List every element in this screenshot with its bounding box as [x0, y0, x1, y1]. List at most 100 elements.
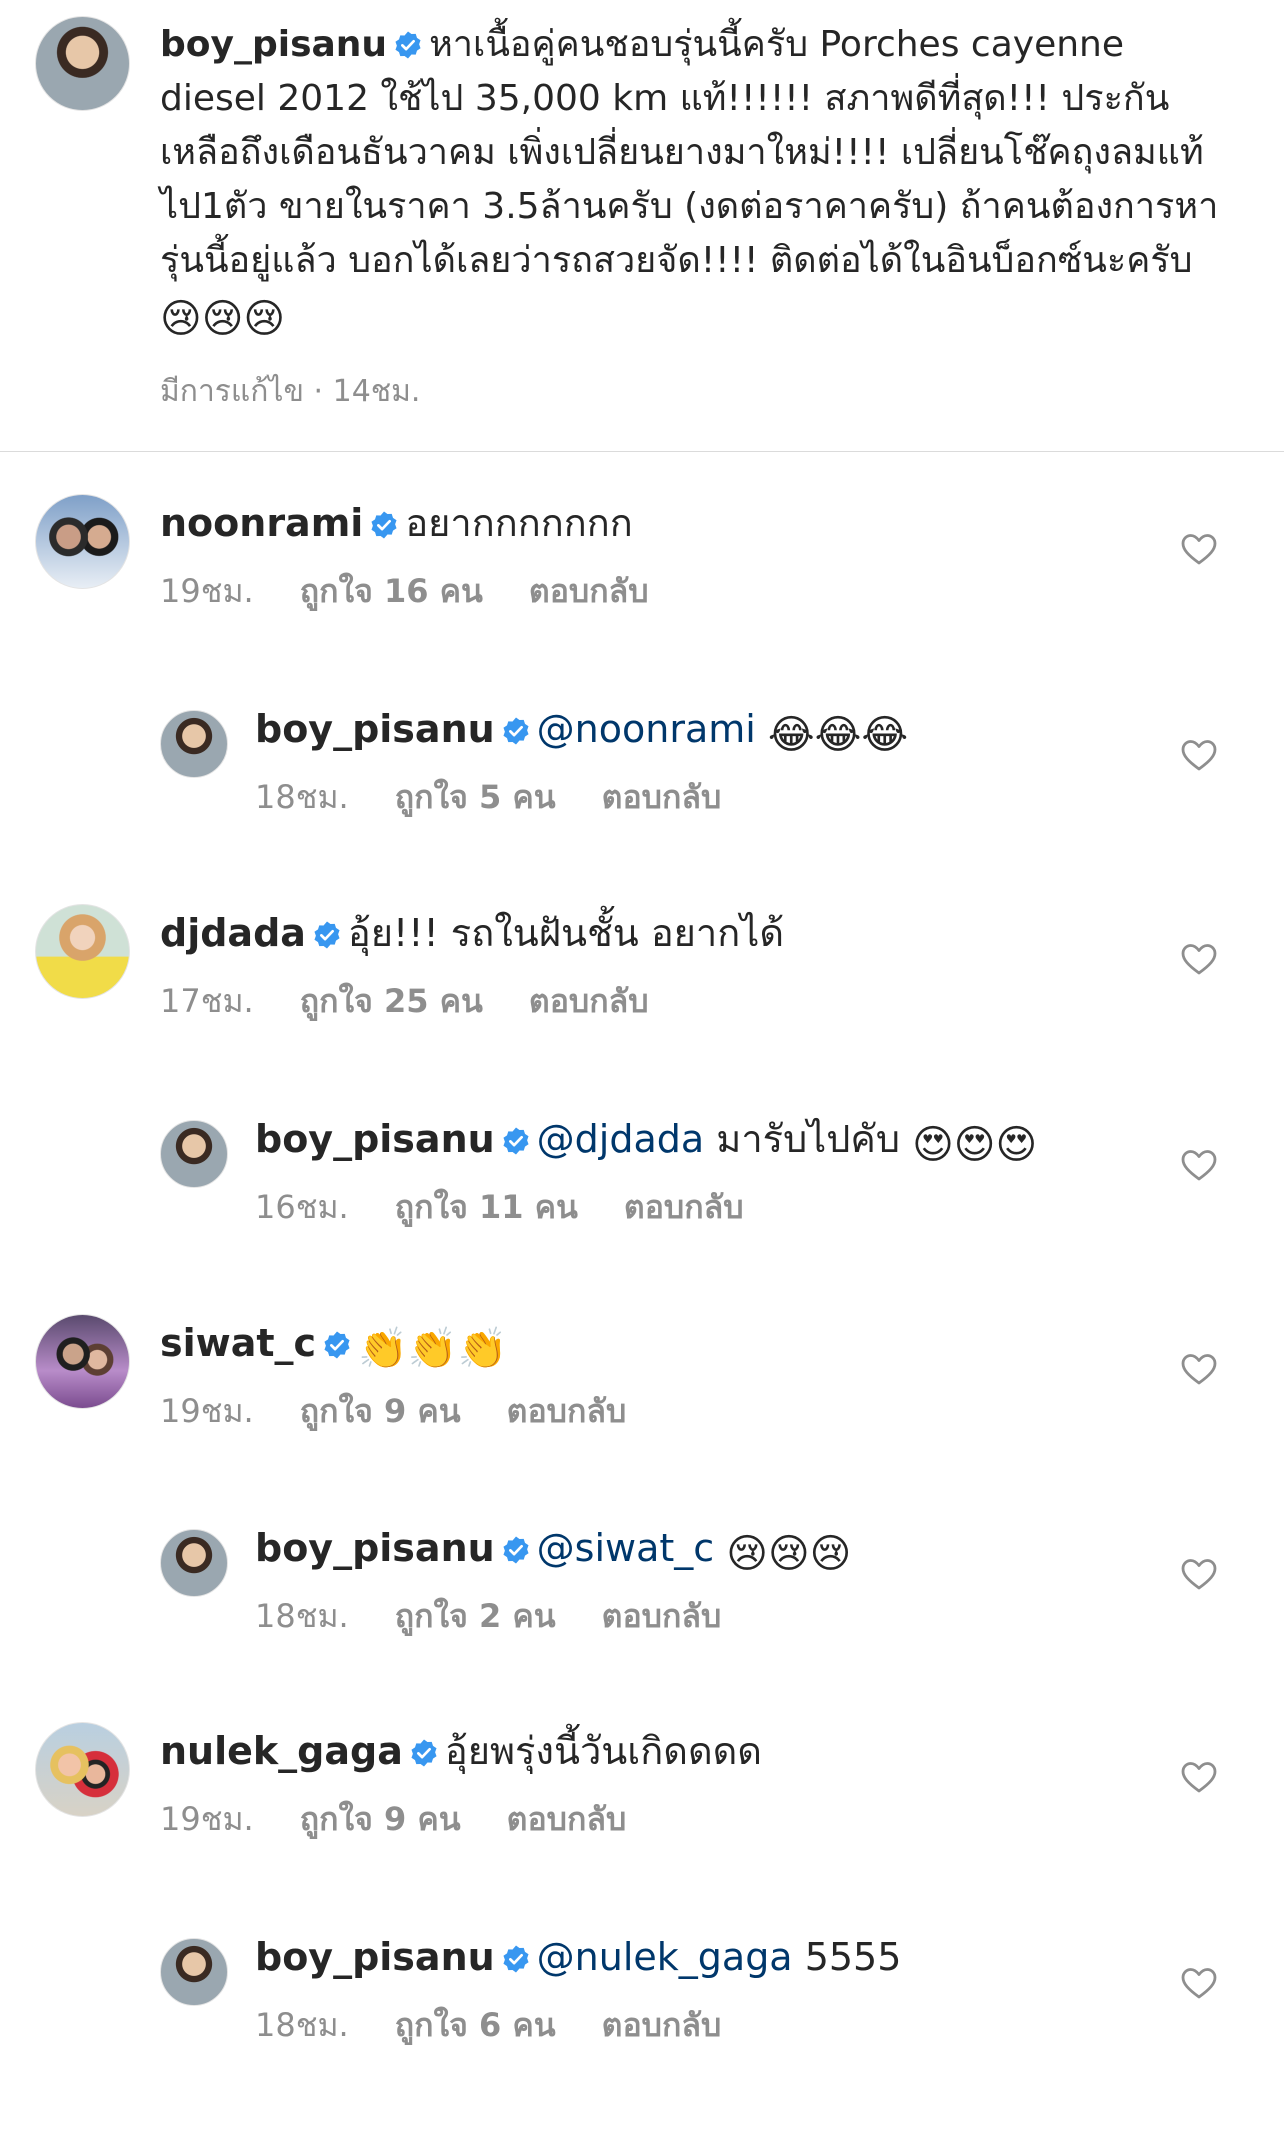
comment-avatar[interactable]	[35, 494, 130, 589]
comment-avatar[interactable]	[35, 1314, 130, 1409]
comment-username[interactable]: nulek_gaga	[160, 1729, 403, 1773]
comment-meta: 18ชม. ถูกใจ 6 คน ตอบกลับ	[255, 2000, 767, 2051]
reply-button[interactable]: ตอบกลับ	[507, 1800, 627, 1838]
post-author-avatar[interactable]	[35, 16, 130, 111]
reply-button[interactable]: ตอบกลับ	[529, 572, 649, 610]
heart-outline-icon[interactable]	[1180, 1148, 1218, 1182]
verified-badge-icon	[503, 1945, 529, 1973]
comment-emoji: 😍😍😍	[912, 1122, 1038, 1168]
heart-outline-icon[interactable]	[1180, 1557, 1218, 1591]
reply-button[interactable]: ตอบกลับ	[602, 2006, 722, 2044]
comment-time: 17ชม.	[160, 982, 254, 1020]
comment-body: อุ้ย!!! รถในฝันชั้น อยากได้	[347, 911, 785, 955]
caption-text-block: boy_pisanu หาเนื้อคู่คนชอบรุ่นนี้ครับ Por…	[160, 18, 1240, 346]
comment-body: 5555	[804, 1935, 902, 1979]
heart-outline-icon[interactable]	[1180, 1760, 1218, 1794]
like-count[interactable]: ถูกใจ 25 คน	[300, 982, 483, 1020]
heart-outline-icon[interactable]	[1180, 942, 1218, 976]
caption-time: 14ชม.	[332, 374, 421, 409]
comment-avatar[interactable]	[35, 1722, 130, 1817]
comment-time: 19ชม.	[160, 572, 254, 610]
like-count[interactable]: ถูกใจ 11 คน	[395, 1188, 578, 1226]
like-count[interactable]: ถูกใจ 2 คน	[395, 1597, 556, 1635]
reply-comment: boy_pisanu @djdada มารับไปคับ 😍😍😍 16ชม. ถูก…	[0, 1112, 1284, 1312]
verified-badge-icon	[503, 1536, 529, 1564]
verified-badge-icon	[503, 717, 529, 745]
heart-outline-icon[interactable]	[1180, 738, 1218, 772]
reply-button[interactable]: ตอบกลับ	[602, 1597, 722, 1635]
comment-time: 19ชม.	[160, 1392, 254, 1430]
comment: noonrami อยากกกกกกก 19ชม. ถูกใจ 16 คน ตอบกล…	[0, 494, 1284, 696]
comment-body: อุ้ยพรุ่งนี้วันเกิดดดด	[444, 1729, 762, 1773]
comment-username[interactable]: boy_pisanu	[255, 1526, 495, 1570]
heart-outline-icon[interactable]	[1180, 532, 1218, 566]
comment: nulek_gaga อุ้ยพรุ่งนี้วันเกิดดดด 19ชม. ถู…	[0, 1722, 1284, 1924]
reply-comment: boy_pisanu @noonrami 😂😂😂 18ชม. ถูกใจ 5 คน ตอ…	[0, 702, 1284, 902]
comment-avatar[interactable]	[160, 1938, 228, 2006]
post-caption: boy_pisanu หาเนื้อคู่คนชอบรุ่นนี้ครับ Por…	[0, 0, 1284, 452]
reply-comment: boy_pisanu @nulek_gaga 5555 18ชม. ถูกใจ 6 …	[0, 1930, 1284, 2130]
like-count[interactable]: ถูกใจ 16 คน	[300, 572, 483, 610]
comment-avatar[interactable]	[160, 1529, 228, 1597]
mention-link[interactable]: @nulek_gaga	[537, 1935, 793, 1979]
like-count[interactable]: ถูกใจ 6 คน	[395, 2006, 556, 2044]
reply-button[interactable]: ตอบกลับ	[624, 1188, 744, 1226]
like-count[interactable]: ถูกใจ 9 คน	[300, 1392, 461, 1430]
comment-username[interactable]: boy_pisanu	[255, 1117, 495, 1161]
comment-text: boy_pisanu @nulek_gaga 5555	[255, 1930, 901, 1984]
comment-meta: 19ชม. ถูกใจ 16 คน ตอบกลับ	[160, 566, 695, 617]
comment-meta: 19ชม. ถูกใจ 9 คน ตอบกลับ	[160, 1794, 672, 1845]
verified-badge-icon	[324, 1331, 350, 1359]
comment-emoji: 😂😂😂	[767, 712, 909, 758]
comment: djdada อุ้ย!!! รถในฝันชั้น อยากได้ 17ชม. ถ…	[0, 904, 1284, 1106]
mention-link[interactable]: @noonrami	[537, 707, 756, 751]
comment-text: nulek_gaga อุ้ยพรุ่งนี้วันเกิดดดด	[160, 1724, 762, 1778]
comment-meta: 19ชม. ถูกใจ 9 คน ตอบกลับ	[160, 1386, 672, 1437]
comment-avatar[interactable]	[160, 710, 228, 778]
comment-time: 19ชม.	[160, 1800, 254, 1838]
reply-button[interactable]: ตอบกลับ	[529, 982, 649, 1020]
comment-text: noonrami อยากกกกกกก	[160, 496, 633, 550]
divider	[0, 451, 1284, 452]
comment-time: 16ชม.	[255, 1188, 349, 1226]
like-count[interactable]: ถูกใจ 5 คน	[395, 778, 556, 816]
caption-emoji: 😢😢😢	[160, 296, 286, 342]
verified-badge-icon	[411, 1739, 437, 1767]
comment-username[interactable]: siwat_c	[160, 1321, 316, 1365]
verified-badge-icon	[503, 1127, 529, 1155]
comment-emoji: 👏👏👏	[358, 1326, 508, 1372]
reply-comment: boy_pisanu @siwat_c 😢😢😢 18ชม. ถูกใจ 2 คน ตอบ…	[0, 1521, 1284, 1721]
heart-outline-icon[interactable]	[1180, 1352, 1218, 1386]
reply-button[interactable]: ตอบกลับ	[602, 778, 722, 816]
mention-link[interactable]: @djdada	[537, 1117, 705, 1161]
comment-time: 18ชม.	[255, 778, 349, 816]
mention-link[interactable]: @siwat_c	[537, 1526, 715, 1570]
comment: siwat_c 👏👏👏 19ชม. ถูกใจ 9 คน ตอบกลับ	[0, 1314, 1284, 1516]
comment-username[interactable]: boy_pisanu	[255, 1935, 495, 1979]
comment-username[interactable]: boy_pisanu	[255, 707, 495, 751]
comment-avatar[interactable]	[160, 1120, 228, 1188]
comment-meta: 18ชม. ถูกใจ 5 คน ตอบกลับ	[255, 772, 767, 823]
reply-button[interactable]: ตอบกลับ	[507, 1392, 627, 1430]
heart-outline-icon[interactable]	[1180, 1966, 1218, 2000]
like-count[interactable]: ถูกใจ 9 คน	[300, 1800, 461, 1838]
comment-meta: 16ชม. ถูกใจ 11 คน ตอบกลับ	[255, 1182, 790, 1233]
comment-meta: 18ชม. ถูกใจ 2 คน ตอบกลับ	[255, 1591, 767, 1642]
comment-body: มารับไปคับ	[716, 1117, 900, 1161]
verified-badge-icon	[371, 511, 397, 539]
comment-time: 18ชม.	[255, 2006, 349, 2044]
verified-badge-icon	[395, 31, 421, 59]
caption-meta: มีการแก้ไข · 14ชม.	[160, 374, 421, 409]
comment-time: 18ชม.	[255, 1597, 349, 1635]
comment-body: อยากกกกกกก	[405, 501, 633, 545]
comment-avatar[interactable]	[35, 904, 130, 999]
comment-text: siwat_c 👏👏👏	[160, 1316, 508, 1376]
comment-text: boy_pisanu @siwat_c 😢😢😢	[255, 1521, 851, 1581]
comment-text: djdada อุ้ย!!! รถในฝันชั้น อยากได้	[160, 906, 784, 960]
edited-label: มีการแก้ไข	[160, 374, 304, 409]
comment-username[interactable]: noonrami	[160, 501, 363, 545]
post-author-username[interactable]: boy_pisanu	[160, 24, 387, 65]
comment-emoji: 😢😢😢	[726, 1531, 852, 1577]
comment-username[interactable]: djdada	[160, 911, 306, 955]
comment-text: boy_pisanu @noonrami 😂😂😂	[255, 702, 908, 762]
